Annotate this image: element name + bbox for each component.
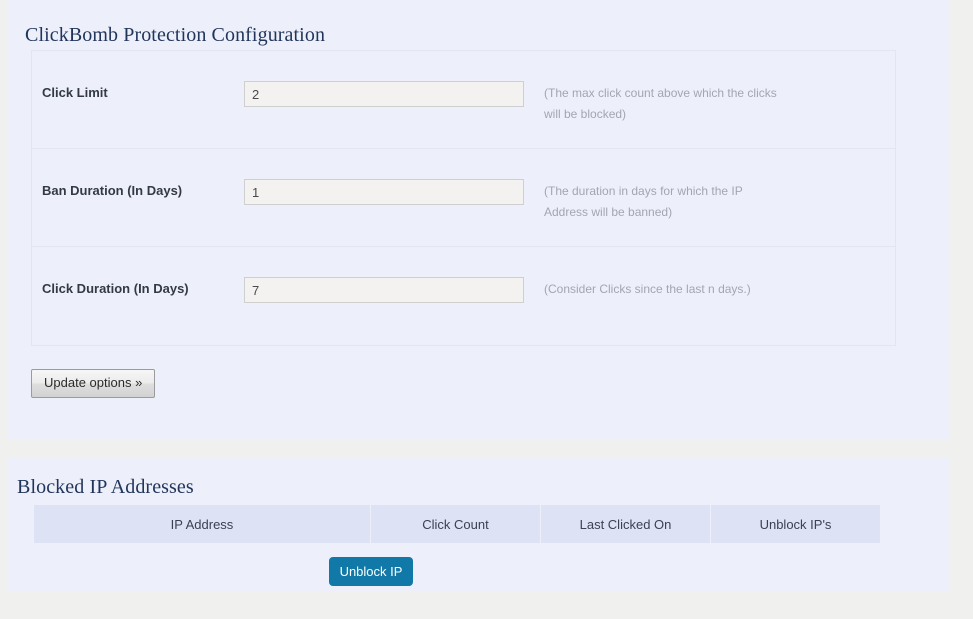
page-root: ClickBomb Protection Configuration Click… [0,0,973,619]
column-header-click-count: Click Count [371,505,540,543]
click-limit-input[interactable] [244,81,524,107]
form-row-click-limit: Click Limit (The max click count above w… [32,51,895,149]
input-cell-click-limit [244,51,536,107]
table-header-row: IP Address Click Count Last Clicked On U… [34,505,880,543]
column-header-ip-address: IP Address [34,505,370,543]
blocked-section-title: Blocked IP Addresses [17,476,194,498]
column-header-unblock-ips: Unblock IP's [711,505,880,543]
update-options-button[interactable]: Update options » [31,369,156,398]
column-header-last-clicked-on: Last Clicked On [541,505,710,543]
input-cell-click-duration [244,247,536,303]
help-ban-duration: (The duration in days for which the IP A… [544,184,743,219]
ban-duration-input[interactable] [244,179,524,205]
click-duration-input[interactable] [244,277,524,303]
label-click-duration: Click Duration (In Days) [42,281,189,296]
help-click-duration: (Consider Clicks since the last n days.) [544,282,751,296]
label-click-limit: Click Limit [42,85,108,100]
unblock-ip-button[interactable]: Unblock IP [329,557,413,586]
help-click-limit: (The max click count above which the cli… [544,86,777,121]
page-title: ClickBomb Protection Configuration [25,24,326,46]
blocked-ip-table: IP Address Click Count Last Clicked On U… [33,505,881,543]
form-row-click-duration: Click Duration (In Days) (Consider Click… [32,247,895,345]
label-ban-duration: Ban Duration (In Days) [42,183,183,198]
form-row-ban-duration: Ban Duration (In Days) (The duration in … [32,149,895,247]
config-form: Click Limit (The max click count above w… [31,50,896,346]
input-cell-ban-duration [244,149,536,205]
